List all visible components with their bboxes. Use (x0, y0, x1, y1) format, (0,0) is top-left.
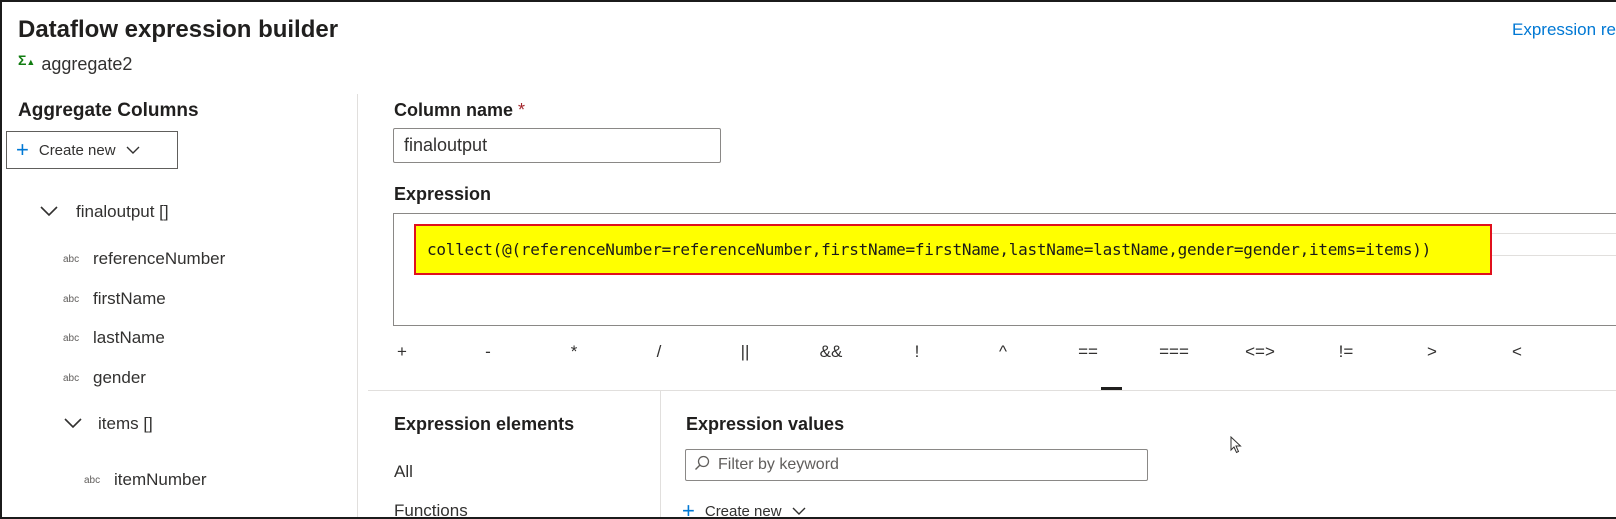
plus-icon: + (16, 137, 29, 162)
create-new-label: Create new (38, 141, 116, 159)
operator-equals[interactable]: == (1058, 342, 1118, 362)
operator-not-equals[interactable]: != (1316, 342, 1376, 362)
transform-name-row: Σ▲ aggregate2 (18, 51, 133, 75)
operator-greater[interactable]: > (1402, 342, 1462, 362)
operator-divide[interactable]: / (629, 342, 689, 362)
string-type-icon: abc (63, 372, 80, 384)
tree-item-items[interactable]: items [] (64, 414, 153, 434)
tree-item-label: lastName (93, 328, 165, 347)
create-new-label: Create new (704, 502, 782, 519)
aggregate-columns-title: Aggregate Columns (18, 100, 199, 121)
required-marker: * (518, 100, 526, 120)
operator-less[interactable]: < (1487, 342, 1547, 362)
chevron-down-icon (126, 145, 140, 155)
string-type-icon: abc (84, 474, 101, 486)
expression-reference-link[interactable]: Expression ref (1512, 20, 1616, 40)
expression-label: Expression (394, 184, 492, 204)
tree-item-label: firstName (93, 289, 166, 308)
tree-item-itemnumber[interactable]: abc itemNumber (84, 470, 207, 490)
operator-xor[interactable]: ^ (973, 342, 1033, 362)
plus-icon: + (682, 498, 695, 519)
operator-and[interactable]: && (801, 342, 861, 362)
element-all[interactable]: All (394, 462, 413, 482)
tree-item-label: items [] (98, 414, 153, 433)
operator-multiply[interactable]: * (544, 342, 604, 362)
expression-values-title: Expression values (686, 414, 845, 434)
mouse-cursor-icon (1230, 435, 1242, 459)
transform-name: aggregate2 (41, 54, 133, 74)
tree-item-label: finaloutput [] (76, 202, 169, 221)
column-name-label-text: Column name (394, 100, 514, 120)
operator-plus[interactable]: + (372, 342, 432, 362)
expression-text[interactable]: collect(@(referenceNumber=referenceNumbe… (427, 240, 1431, 259)
string-type-icon: abc (63, 293, 80, 305)
create-new-value-button[interactable]: + Create new (682, 498, 806, 519)
column-name-label: Column name * (394, 100, 525, 121)
tree-item-label: gender (93, 368, 146, 387)
string-type-icon: abc (63, 332, 80, 344)
tree-item-referencenumber[interactable]: abc referenceNumber (63, 249, 225, 269)
tree-item-gender[interactable]: abc gender (63, 368, 146, 388)
column-name-input[interactable] (393, 128, 721, 163)
expression-elements-title: Expression elements (394, 414, 575, 434)
element-functions[interactable]: Functions (394, 501, 468, 517)
panel-divider (357, 94, 358, 517)
operator-minus[interactable]: - (458, 342, 518, 362)
chevron-down-icon[interactable] (64, 414, 90, 434)
operator-not[interactable]: ! (887, 342, 947, 362)
tree-item-label: referenceNumber (93, 249, 226, 268)
sigma-aggregate-icon: Σ▲ (18, 51, 36, 68)
tree-item-firstname[interactable]: abc firstName (63, 289, 166, 309)
string-type-icon: abc (63, 253, 80, 265)
filter-box[interactable] (685, 449, 1148, 481)
tree-item-finaloutput[interactable]: finaloutput [] (40, 202, 169, 222)
filter-input[interactable] (718, 456, 1138, 474)
tree-item-lastname[interactable]: abc lastName (63, 328, 165, 348)
create-new-button[interactable]: + Create new (6, 131, 178, 169)
expression-highlight[interactable]: collect(@(referenceNumber=referenceNumbe… (414, 224, 1492, 275)
chevron-down-icon[interactable] (40, 202, 66, 222)
operator-null-safe-equals[interactable]: <=> (1230, 342, 1290, 362)
bottom-panel-divider (660, 391, 661, 517)
expression-builder-window: Dataflow expression builder Expression r… (0, 0, 1616, 519)
search-icon (694, 455, 710, 476)
operator-strict-equals[interactable]: === (1144, 342, 1204, 362)
section-divider (368, 390, 1616, 391)
tree-item-label: itemNumber (114, 470, 207, 489)
chevron-down-icon (792, 503, 806, 518)
operator-concat[interactable]: || (715, 342, 775, 362)
page-title: Dataflow expression builder (18, 16, 339, 43)
